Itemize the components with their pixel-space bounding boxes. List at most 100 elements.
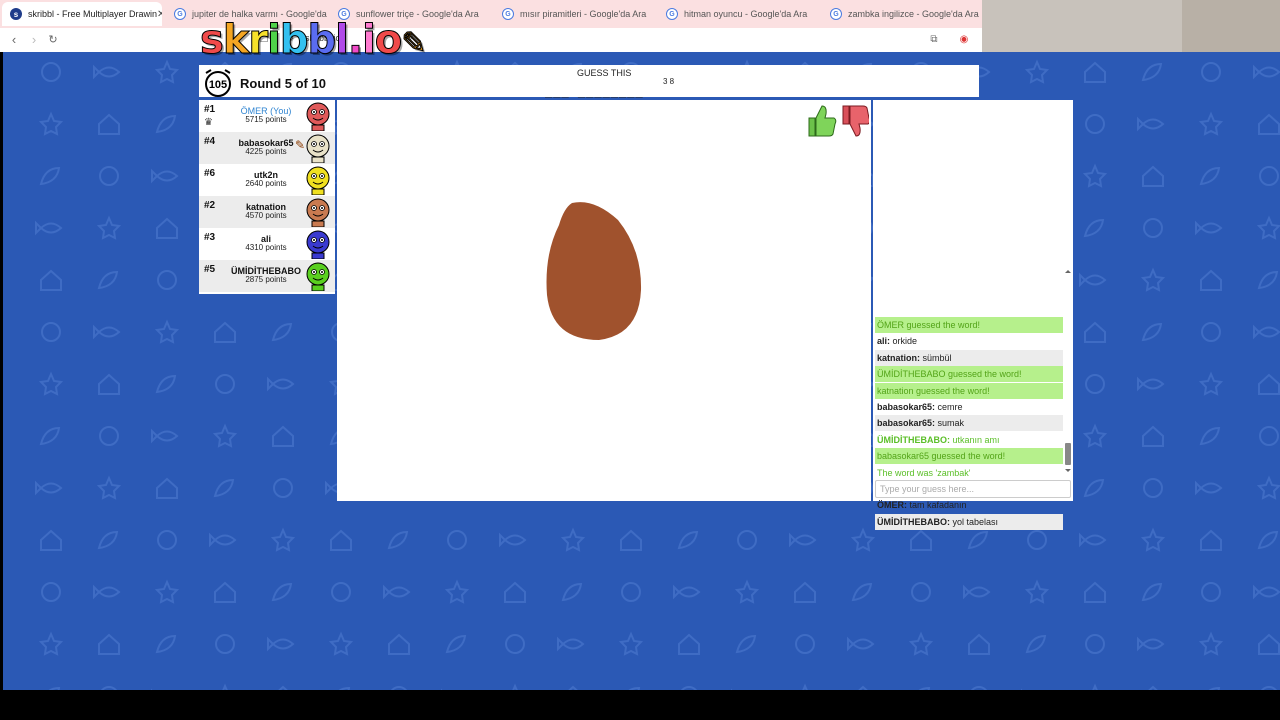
doodle-shape — [96, 215, 122, 240]
doodle-shape — [338, 686, 351, 690]
browser-tab[interactable]: s skribbl - Free Multiplayer Drawin ✕ — [2, 2, 162, 26]
doodle-shape — [93, 64, 121, 80]
doodle-shape — [35, 480, 63, 496]
timer-clock: 105 — [201, 67, 235, 97]
doodle-shape — [41, 62, 61, 82]
doodle-shape — [215, 374, 235, 394]
address-bar: ‹ › ↻ ☐ ⚙ skribbl.io ⧉ ◉ — [0, 28, 982, 52]
close-tab-icon[interactable]: ✕ — [157, 9, 162, 20]
browser-tab[interactable]: Gmısır piramitleri - Google'da Ara — [494, 2, 656, 26]
doodle-shape — [908, 631, 934, 656]
doodle-shape — [851, 582, 873, 602]
round-indicator: Round 5 of 10 — [240, 76, 326, 91]
guess-input[interactable] — [875, 480, 1071, 498]
doodle-shape — [209, 532, 237, 548]
back-icon[interactable]: ‹ — [6, 32, 22, 48]
chat-panel: ÖMER guessed the word! ali: orkide katnati… — [873, 100, 1073, 530]
thumbs-down-icon[interactable] — [842, 105, 869, 137]
doodle-shape — [918, 686, 931, 690]
google-favicon-icon: G — [502, 8, 514, 20]
doodle-shape — [48, 686, 61, 690]
doodle-shape — [1137, 116, 1165, 132]
player-row[interactable]: #2 katnation 4570 points — [199, 196, 335, 228]
translate-icon[interactable]: ⧉ — [926, 32, 942, 48]
forward-icon[interactable]: › — [26, 32, 42, 48]
doodle-shape — [568, 685, 578, 690]
doodle-shape — [1083, 478, 1105, 498]
doodle-shape — [1198, 631, 1224, 656]
chat-message: ÖMER guessed the word! — [875, 317, 1063, 333]
doodle-shape — [1083, 218, 1105, 238]
doodle-shape — [38, 371, 64, 396]
chat-message: babasokar65: cemre — [875, 399, 1063, 415]
doodle-shape — [1079, 532, 1107, 548]
doodle-shape — [1201, 62, 1221, 82]
player-row[interactable]: #6 utk2n 2640 points — [199, 164, 335, 196]
player-avatar — [306, 166, 330, 195]
doodle-shape — [794, 581, 816, 603]
thumbs-up-icon[interactable] — [808, 105, 837, 137]
chat-message: ali: orkide — [875, 333, 1063, 349]
chat-text: katnation guessed the word! — [877, 385, 990, 396]
browser-tab[interactable]: Ghitman oyuncu - Google'da Ara — [658, 2, 820, 26]
doodle-shape — [504, 581, 526, 603]
doodle-shape — [1084, 61, 1106, 83]
doodle-shape — [1201, 322, 1221, 342]
drawing-canvas[interactable] — [337, 100, 871, 501]
doodle-shape — [267, 376, 295, 392]
doodle-shape — [1092, 683, 1098, 690]
player-row[interactable]: #3 ali 4310 points — [199, 228, 335, 260]
skribbl-favicon-icon: s — [10, 8, 22, 20]
chat-text: sumak — [935, 418, 965, 429]
doodle-shape — [1148, 685, 1158, 690]
doodle-shape — [1261, 686, 1277, 690]
browser-tab[interactable]: Gzambka ingilizce - Google'da Ara — [822, 2, 982, 26]
doodle-shape — [383, 584, 411, 600]
doodle-shape — [267, 636, 295, 652]
player-row[interactable]: #4 babasokar65 4225 points ✎ — [199, 132, 335, 164]
player-row[interactable]: #5 ÜMİDİTHEBABO 2875 points — [199, 260, 335, 292]
doodle-shape — [156, 477, 178, 499]
doodle-shape — [1140, 267, 1166, 292]
doodle-shape — [1141, 582, 1163, 602]
doodle-shape — [677, 530, 699, 550]
doodle-shape — [968, 633, 990, 655]
player-avatar — [306, 102, 330, 131]
chat-text: tam kafadanın — [907, 500, 967, 511]
doodle-shape — [39, 166, 61, 186]
google-favicon-icon: G — [666, 8, 678, 20]
doodle-shape — [858, 685, 868, 690]
doodle-shape — [1082, 423, 1108, 448]
doodle-shape — [1200, 269, 1222, 291]
doodle-shape — [93, 584, 121, 600]
doodle-shape — [911, 582, 931, 602]
extension-icon[interactable]: ◉ — [956, 32, 972, 48]
doodle-shape — [101, 686, 117, 690]
chat-message: babasokar65: sumak — [875, 415, 1063, 432]
doodle-shape — [1137, 376, 1165, 392]
word-lengths: 3 8 — [663, 77, 675, 86]
doodle-shape — [1258, 113, 1280, 135]
chat-text: ÜMİDİTHEBABO guessed the word! — [877, 369, 1022, 380]
chat-message: The word was 'zambak' — [875, 465, 1063, 481]
timer-value: 105 — [209, 79, 227, 91]
doodle-shape — [505, 634, 525, 654]
doodle-shape — [681, 686, 697, 690]
doodle-shape — [157, 270, 177, 290]
doodle-shape — [215, 634, 235, 654]
doodle-shape — [1256, 475, 1280, 500]
doodle-shape — [1259, 166, 1279, 186]
reload-icon[interactable]: ↻ — [45, 32, 61, 48]
doodle-shape — [271, 582, 293, 602]
chat-author: ÜMİDİTHEBABO: — [877, 516, 950, 527]
doodle-shape — [1253, 324, 1280, 340]
doodle-shape — [1079, 272, 1107, 288]
doodle-shape — [1142, 165, 1164, 187]
chat-scrollbar[interactable] — [1063, 269, 1073, 473]
doodle-shape — [273, 478, 293, 498]
doodle-shape — [1084, 321, 1106, 343]
tab-bar: s skribbl - Free Multiplayer Drawin ✕ Gjupi… — [0, 0, 982, 28]
player-row[interactable]: #1 ÖMER (You) 5715 points ♛ — [199, 100, 335, 132]
doodle-shape — [1027, 530, 1047, 550]
player-rank: #5 — [204, 264, 216, 275]
